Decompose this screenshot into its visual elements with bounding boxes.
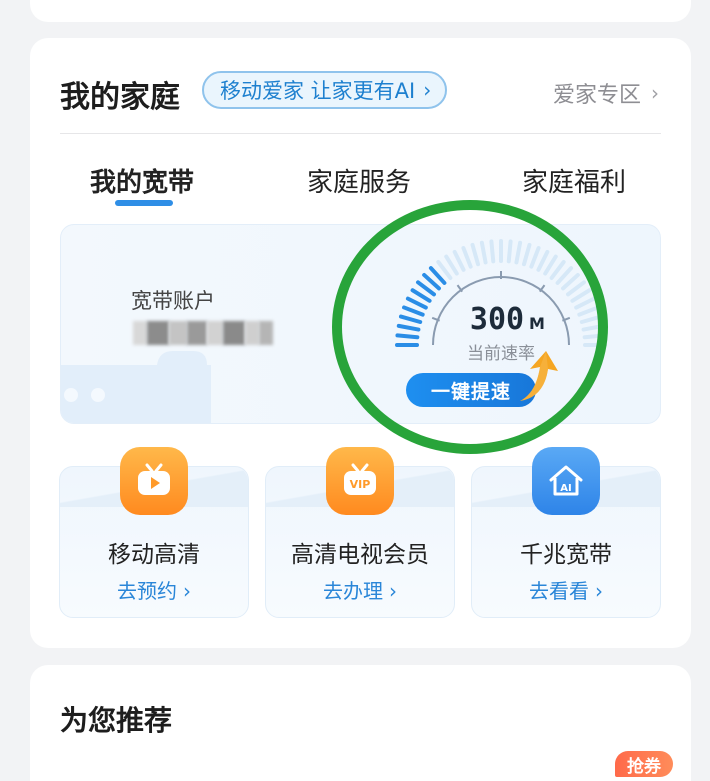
gauge-tick [410, 288, 432, 303]
chevron-right-icon: › [651, 81, 659, 105]
gauge-tick [574, 296, 597, 310]
section-divider [60, 133, 661, 134]
service-card-gigabit-broadband[interactable]: AI 千兆宽带 去看看 › [471, 447, 661, 618]
active-tab-indicator [115, 200, 173, 206]
service-action-label: 去预约 [117, 579, 177, 603]
svg-text:AI: AI [560, 483, 571, 494]
slogan-text: 移动爱家 让家更有AI [220, 79, 416, 103]
gauge-tick [579, 314, 604, 325]
recommend-section-title: 为您推荐 [60, 704, 173, 737]
gauge-tick [570, 288, 592, 303]
service-action-link[interactable]: 去看看 › [472, 575, 660, 604]
chevron-right-icon: › [595, 579, 603, 603]
family-zone-link[interactable]: 爱家专区 › [553, 77, 659, 109]
service-action-label: 去办理 [323, 579, 383, 603]
account-number-masked [133, 321, 273, 345]
gauge-tick [577, 305, 600, 317]
gauge-tick [461, 246, 473, 269]
gauge-tick [582, 333, 607, 340]
slogan-pill-link[interactable]: 移动爱家 让家更有AI › [202, 71, 448, 109]
gauge-tick [452, 249, 466, 272]
service-title: 移动高清 [108, 542, 200, 568]
service-card-hd-tv-vip[interactable]: VIP 高清电视会员 去办理 › [265, 447, 455, 618]
gauge-tick [444, 254, 459, 276]
gauge-tick [489, 239, 496, 264]
gauge-tick [536, 249, 550, 272]
gauge-tick [543, 254, 558, 276]
gauge-tick [402, 305, 425, 317]
tab-my-broadband[interactable]: 我的宽带 [90, 162, 194, 199]
gauge-tick [395, 333, 420, 340]
gauge-tick [529, 246, 541, 269]
service-action-link[interactable]: 去预约 › [60, 575, 248, 604]
tv-vip-icon: VIP [326, 447, 394, 515]
service-action-link[interactable]: 去办理 › [266, 575, 454, 604]
tab-family-welfare[interactable]: 家庭福利 [522, 162, 626, 199]
recommend-card: 为您推荐 抢券 [30, 665, 691, 781]
boost-arrow-icon [520, 351, 558, 401]
gauge-tick [398, 314, 423, 325]
broadband-panel: 宽带账户 300 M 当前速率 一键提速 [60, 224, 661, 424]
service-title: 高清电视会员 [291, 542, 429, 568]
gauge-tick [470, 242, 481, 267]
gauge-tick [521, 242, 532, 267]
gauge-tick [396, 323, 421, 332]
service-title: 千兆宽带 [520, 542, 612, 568]
chevron-right-icon: › [389, 579, 397, 603]
gauge-tick [581, 323, 606, 332]
family-zone-label: 爱家专区 [552, 83, 641, 108]
account-label: 宽带账户 [131, 289, 215, 313]
svg-text:VIP: VIP [350, 478, 371, 491]
chevron-right-icon: › [183, 579, 191, 603]
gauge-tick [479, 240, 488, 265]
speed-unit: M [529, 314, 545, 333]
previous-card [30, 0, 691, 22]
home-ai-icon: AI [532, 447, 600, 515]
tv-play-icon [120, 447, 188, 515]
tab-family-service[interactable]: 家庭服务 [307, 162, 411, 199]
service-card-mobile-hd[interactable]: 移动高清 去预约 › [59, 447, 249, 618]
my-family-card: 我的家庭 移动爱家 让家更有AI › 爱家专区 › 我的宽带 家庭服务 家庭福利… [30, 38, 691, 648]
chevron-right-icon: › [423, 78, 432, 102]
gauge-tick [514, 240, 523, 265]
service-action-label: 去看看 [529, 579, 589, 603]
family-section-title: 我的家庭 [60, 80, 180, 115]
decorative-router-graphic [61, 351, 211, 423]
gauge-tick [405, 296, 428, 310]
speed-value: 300 [470, 302, 524, 337]
gauge-tick [506, 239, 513, 264]
grab-coupon-badge[interactable]: 抢券 [615, 751, 673, 777]
